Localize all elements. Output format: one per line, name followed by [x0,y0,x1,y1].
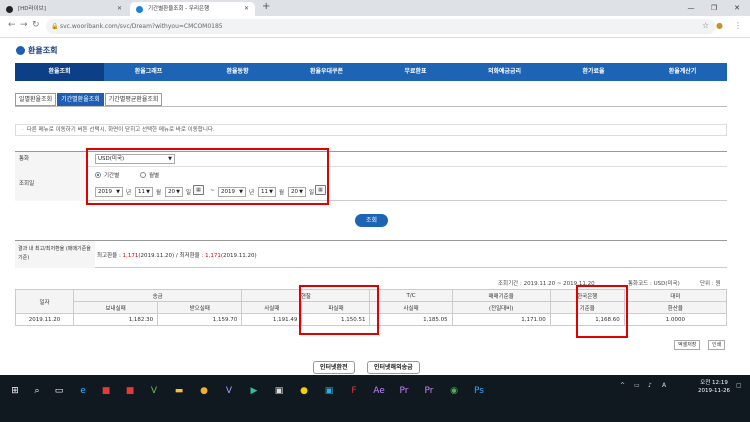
lock-icon: 🔒 [51,23,59,30]
col-base-change: (전일대비) [451,301,551,314]
nav-item[interactable]: 환율그래프 [104,63,193,81]
nav-item[interactable]: 환율조회 [15,63,104,81]
close-tab-icon[interactable]: ✕ [117,2,122,16]
meta-currency: 통화코드 : USD(미국) [628,281,680,287]
windows-start-icon[interactable]: ⊞ [6,382,24,400]
period-label: 조회일 [15,167,87,201]
nav-item[interactable]: 환율우대쿠폰 [282,63,371,81]
app-icon[interactable]: V [145,382,163,400]
col-usd-rate: 환산율 [623,301,728,314]
cell-receive: 1,159.70 [157,313,243,326]
cell-base: 1,171.00 [451,313,551,326]
annotation-highlight-form [86,148,329,205]
woori-logo-icon [16,46,25,55]
kakaotalk-icon[interactable]: ● [295,382,313,400]
close-window-icon[interactable]: ✕ [726,0,748,16]
nav-item[interactable]: 환율동향 [193,63,282,81]
cell-send: 1,182.30 [73,313,159,326]
app-icon[interactable]: ● [195,382,213,400]
bookmark-star-icon[interactable]: ☆ [702,21,709,30]
main-nav: 환율조회 환율그래프 환율동향 환율우대쿠폰 무료환표 외화예금금리 환가료율 … [15,63,727,81]
cell-date: 2019.11.20 [14,313,75,326]
woori-favicon-icon [136,6,143,13]
close-tab-icon[interactable]: ✕ [244,2,249,16]
result-summary: 결과 내 최고/최저환율 (매매기준율기준) 최고환율 : 1,171(2019… [15,240,727,268]
print-button[interactable]: 인쇄 [708,340,726,350]
col-receive: 받으실때 [157,301,243,314]
col-date: 일자 [14,289,75,314]
col-send: 보내실때 [73,301,159,314]
app-icon[interactable]: ▶ [245,382,263,400]
nav-item[interactable]: 환율계산기 [638,63,727,81]
nav-item[interactable]: 환가료율 [549,63,638,81]
app-icon[interactable]: V [220,382,238,400]
app-icon[interactable]: ■ [121,382,139,400]
minimize-icon[interactable]: — [680,0,702,16]
app-icon[interactable]: ▣ [320,382,338,400]
subtab-period-average[interactable]: 기간별평균환율조회 [104,93,163,106]
ime-icon[interactable]: A [662,382,666,389]
folder-icon[interactable]: ▬ [170,382,188,400]
cell-usd: 1.0000 [623,313,728,326]
premiere-icon[interactable]: Pr [420,382,438,400]
address-bar[interactable]: 🔒 svc.wooribank.com/svc/Dream?withyou=CM… [46,19,716,34]
filezilla-icon[interactable]: F [345,382,363,400]
currency-label: 통화 [15,152,87,167]
internet-remit-button[interactable]: 인터넷해외송금 [367,361,420,374]
search-button[interactable]: 조회 [355,214,388,227]
browser-titlebar: [HD라이브] ✕ 기간별환율조회 - 우리은행 ✕ + — ❐ ✕ [0,0,750,16]
col-tc: T/C [369,289,453,302]
tray-up-icon[interactable]: ^ [620,382,625,389]
volume-icon[interactable]: ♪ [648,382,652,389]
notice-box: · 다른 메뉴로 이동하기 버튼 선택시, 화면이 닫히고 선택한 메뉴로 바로 … [15,124,727,136]
app-icon[interactable]: ▣ [270,382,288,400]
network-icon[interactable]: ▭ [634,382,640,389]
app-icon[interactable]: ■ [97,382,115,400]
cell-cash-buy: 1,191.49 [241,313,303,326]
col-tc-buy: 사실때 [369,301,453,314]
page-content: 환율조회 환율조회 환율그래프 환율동향 환율우대쿠폰 무료환표 외화예금금리 … [0,38,750,375]
back-icon[interactable]: ← [8,20,16,30]
annotation-highlight-bok [576,285,628,338]
windows-taskbar: ⊞ ⌕ ▭ e ■ ■ V ▬ ● V ▶ ▣ ● ▣ F Ae Pr Pr ◉… [0,375,750,422]
divider [15,106,727,107]
cell-tc-buy: 1,185.05 [369,313,453,326]
browser-tab-woori[interactable]: 기간별환율조회 - 우리은행 ✕ [130,2,255,16]
menu-kebab-icon[interactable]: ⋮ [734,21,742,30]
col-remit: 송금 [73,289,243,302]
after-effects-icon[interactable]: Ae [370,382,388,400]
col-usd: 대미 [623,289,728,302]
edge-icon[interactable]: e [74,382,92,400]
internet-exchange-button[interactable]: 인터넷환전 [313,361,355,374]
photoshop-icon[interactable]: Ps [470,382,488,400]
new-tab-icon[interactable]: + [262,1,270,12]
tab-favicon-icon [6,6,13,13]
chrome-icon[interactable]: ◉ [445,382,463,400]
notification-icon[interactable]: ▢ [736,382,742,389]
sub-tabs: 일별환율조회 기간별환율조회 기간별평균환율조회 [15,93,163,106]
page-logo: 환율조회 [16,45,57,56]
excel-save-button[interactable]: 엑셀저장 [674,340,701,350]
profile-avatar-icon[interactable]: ● [716,21,723,30]
taskbar-clock[interactable]: 오전 12:19 2019-11-26 [698,379,730,395]
annotation-highlight-cash [299,285,379,335]
result-values: 최고환율 : 1,171(2019.11.20) / 최저환율 : 1,171(… [97,253,257,259]
search-icon[interactable]: ⌕ [28,382,46,400]
bullet-icon: · [22,127,24,133]
nav-item[interactable]: 외화예금금리 [460,63,549,81]
maximize-icon[interactable]: ❐ [703,0,725,16]
forward-icon[interactable]: → [20,20,28,30]
browser-tab-hdlive[interactable]: [HD라이브] ✕ [0,2,128,16]
subtab-period[interactable]: 기간별환율조회 [57,93,104,106]
col-base: 매매기준율 [451,289,551,302]
reload-icon[interactable]: ↻ [32,20,40,30]
task-view-icon[interactable]: ▭ [50,382,68,400]
premiere-icon[interactable]: Pr [395,382,413,400]
browser-toolbar: ← → ↻ 🔒 svc.wooribank.com/svc/Dream?with… [0,16,750,38]
nav-item[interactable]: 무료환표 [371,63,460,81]
result-label: 결과 내 최고/최저환율 (매매기준율기준) [15,241,95,268]
subtab-daily[interactable]: 일별환율조회 [15,93,57,106]
col-cash-buy: 사실때 [241,301,303,314]
meta-unit: 단위 : 원 [700,281,721,287]
